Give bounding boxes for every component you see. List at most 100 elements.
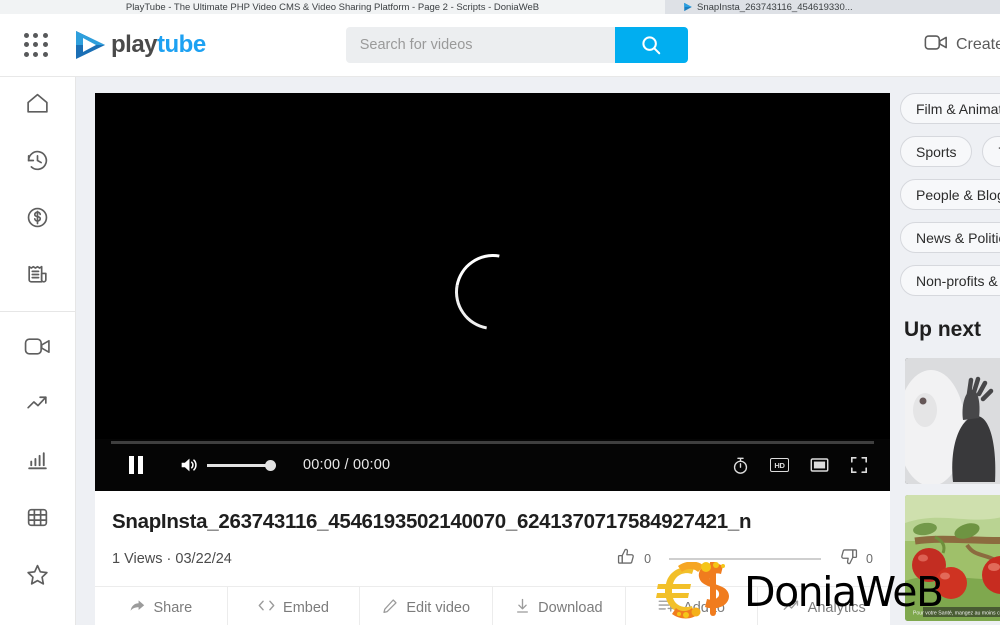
- browser-tab-strip: PlayTube - The Ultimate PHP Video CMS & …: [0, 0, 1000, 14]
- category-chip-partial[interactable]: T: [982, 136, 1000, 167]
- volume-knob[interactable]: [265, 459, 276, 471]
- page-title: SnapInsta_263743116_4546193502140070_624…: [112, 510, 752, 533]
- sidebar-item-my-videos[interactable]: [0, 320, 76, 377]
- receipt-icon: [25, 262, 50, 292]
- category-chip-film-animation[interactable]: Film & Animation: [900, 93, 1000, 124]
- search-button[interactable]: [614, 27, 688, 63]
- dollar-circle-icon: [25, 205, 50, 235]
- up-next-heading: Up next: [904, 318, 982, 341]
- code-brackets-icon: [258, 598, 275, 617]
- top-header: playtube Create: [0, 14, 1000, 77]
- logo-word-tube: tube: [157, 31, 206, 58]
- category-chip-people-blogs[interactable]: People & Blogs: [900, 179, 1000, 210]
- sidebar-item-purchases[interactable]: [0, 248, 76, 305]
- playtube-play-logo-icon: [683, 2, 693, 12]
- browser-tab-active-title: PlayTube - The Ultimate PHP Video CMS & …: [125, 1, 540, 13]
- sidebar-item-home[interactable]: [0, 77, 76, 134]
- playlist-add-icon: [658, 598, 675, 617]
- category-chip-non-profits[interactable]: Non-profits & Activism: [900, 265, 1000, 296]
- thumbs-down-icon[interactable]: [839, 547, 858, 571]
- left-sidebar: [0, 77, 76, 625]
- video-player-card: 00:00 / 00:00 HD SnapInsta_263743116_454…: [95, 93, 890, 625]
- create-button[interactable]: Create: [924, 33, 1000, 57]
- loading-spinner-icon: [439, 239, 546, 345]
- fullscreen-icon[interactable]: [850, 456, 868, 474]
- search-bar: [345, 27, 688, 63]
- pause-button[interactable]: [123, 452, 149, 478]
- download-button[interactable]: Download: [493, 586, 626, 625]
- search-input[interactable]: [345, 27, 615, 63]
- page-root: PlayTube - The Ultimate PHP Video CMS & …: [0, 0, 1000, 625]
- history-clock-icon: [25, 148, 50, 178]
- sidebar-item-trending[interactable]: [0, 377, 76, 434]
- video-views: 1 Views: [112, 551, 163, 567]
- sidebar-item-favorites[interactable]: [0, 548, 76, 605]
- theater-mode-icon[interactable]: [810, 457, 829, 473]
- right-sidebar: Film & Animation Sports T People & Blogs…: [900, 77, 1000, 625]
- rating-controls: 0 0: [617, 547, 873, 571]
- apps-grid-icon[interactable]: [19, 28, 53, 62]
- progress-bar[interactable]: [111, 441, 874, 444]
- pencil-icon: [382, 598, 398, 618]
- home-icon: [25, 91, 50, 121]
- share-label: Share: [153, 599, 193, 616]
- sidebar-item-analytics[interactable]: [0, 434, 76, 491]
- playtube-logo[interactable]: playtube: [72, 28, 206, 62]
- hd-badge-icon[interactable]: HD: [770, 458, 789, 472]
- sidebar-divider: [0, 311, 76, 312]
- category-row: Non-profits & Activism: [900, 265, 1000, 296]
- video-camera-icon: [924, 33, 948, 57]
- thumbnail-silhouette-hands[interactable]: [905, 358, 1000, 484]
- bar-chart-icon: [25, 448, 50, 478]
- browser-tab-inactive[interactable]: SnapInsta_263743116_454619330...: [665, 0, 1000, 14]
- trending-arrow-icon: [25, 391, 50, 421]
- video-views-date: 1 Views · 03/22/24: [112, 551, 232, 567]
- download-arrow-icon: [515, 598, 530, 618]
- volume-track: [207, 464, 273, 467]
- like-count: 0: [644, 552, 652, 566]
- sidebar-item-history[interactable]: [0, 134, 76, 191]
- star-icon: [25, 562, 50, 592]
- edit-video-button[interactable]: Edit video: [360, 586, 494, 625]
- main-content: 00:00 / 00:00 HD SnapInsta_263743116_454…: [76, 77, 900, 625]
- volume-button[interactable]: [177, 453, 201, 477]
- playtube-play-logo-icon: [72, 28, 108, 62]
- logo-word-play: play: [111, 31, 158, 58]
- share-button[interactable]: Share: [95, 586, 228, 625]
- download-label: Download: [538, 599, 603, 616]
- add-to-button[interactable]: Add to: [626, 586, 759, 625]
- playtube-logo-text: playtube: [111, 31, 206, 59]
- video-meta: SnapInsta_263743116_4546193502140070_624…: [95, 491, 890, 572]
- thumbs-up-icon[interactable]: [617, 547, 636, 571]
- trending-arrow-icon: [783, 598, 800, 617]
- film-grid-icon: [25, 505, 50, 535]
- video-camera-icon: [24, 336, 51, 362]
- video-stage[interactable]: 00:00 / 00:00 HD: [95, 93, 890, 491]
- volume-slider[interactable]: [207, 456, 281, 474]
- category-row: People & Blogs: [900, 179, 1000, 210]
- edit-video-label: Edit video: [406, 599, 471, 616]
- sidebar-item-monetization[interactable]: [0, 191, 76, 248]
- browser-tab-active[interactable]: PlayTube - The Ultimate PHP Video CMS & …: [0, 0, 665, 14]
- analytics-label: Analytics: [807, 599, 866, 616]
- player-right-controls: HD: [732, 456, 868, 475]
- category-row: Film & Animation: [900, 93, 1000, 124]
- browser-tab-inactive-title: SnapInsta_263743116_454619330...: [697, 1, 853, 13]
- stopwatch-speed-icon[interactable]: [732, 456, 749, 475]
- embed-button[interactable]: Embed: [228, 586, 361, 625]
- embed-label: Embed: [283, 599, 329, 616]
- add-to-label: Add to: [683, 599, 725, 616]
- thumbnail-apples-on-tree[interactable]: Pour votre Santé, mangez au moins cinq f…: [905, 495, 1000, 621]
- category-chip-sports[interactable]: Sports: [900, 136, 973, 167]
- video-meta-row: 1 Views · 03/22/24 0 0: [112, 546, 873, 572]
- dislike-count: 0: [866, 552, 873, 566]
- analytics-button[interactable]: Analytics: [758, 587, 890, 625]
- share-arrow-icon: [129, 598, 145, 618]
- category-chip-news-politics[interactable]: News & Politics: [900, 222, 1000, 253]
- video-action-bar: Share Embed Edit video Download Add to A…: [95, 586, 890, 625]
- player-controls: 00:00 / 00:00 HD: [95, 439, 890, 491]
- category-row: News & Politics: [900, 222, 1000, 253]
- category-row: Sports T: [900, 136, 1000, 167]
- sidebar-item-movies[interactable]: [0, 491, 76, 548]
- meta-separator: ·: [166, 551, 172, 567]
